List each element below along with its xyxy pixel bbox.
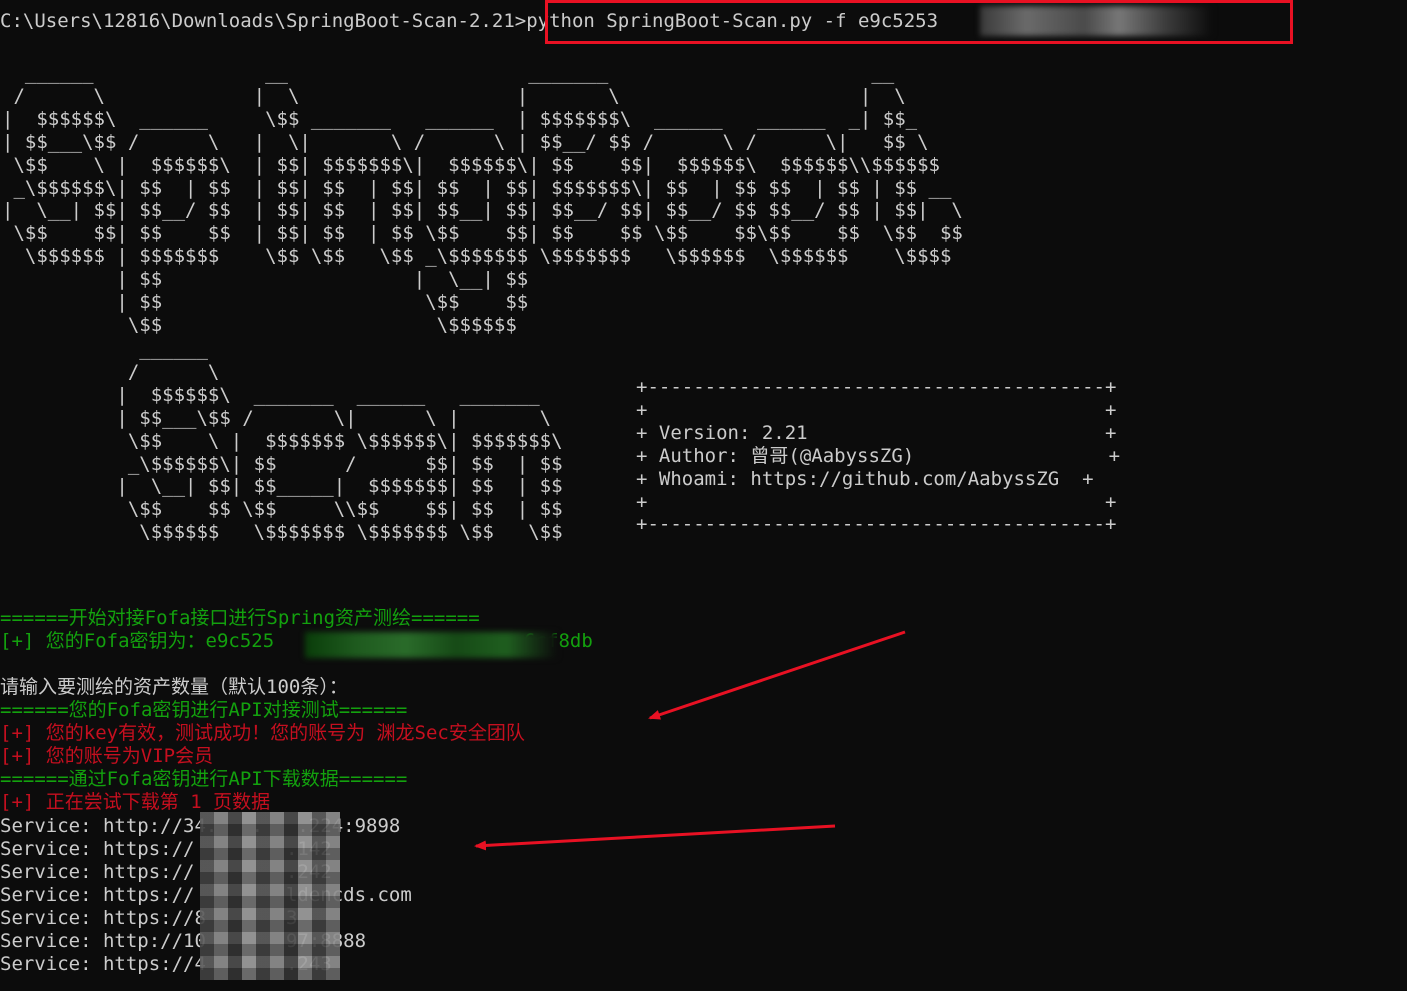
api-test-header: ======您的Fofa密钥进行API对接测试====== — [0, 699, 408, 721]
redaction-blur-key — [305, 632, 557, 658]
download-start-header: ======通过Fofa密钥进行API下载数据====== — [0, 768, 408, 790]
version-info-box: +---------------------------------------… — [636, 376, 1121, 536]
annotation-arrow-key-valid — [648, 630, 906, 720]
vip-message: [+] 您的账号为VIP会员 — [0, 745, 214, 767]
key-valid-message: [+] 您的key有效，测试成功！您的账号为 渊龙Sec安全团队 — [0, 722, 525, 744]
prompt-separator: > — [514, 10, 527, 32]
fofa-key-prefix: [+] 您的Fofa密钥为：e9c525 — [0, 630, 275, 652]
springboot-ascii-banner: ______ __ _______ __ / \ | \ | \ | \ | $… — [2, 62, 963, 336]
scan-ascii-banner: ______ / \ | $$$$$$\ _______ ______ ____… — [116, 338, 563, 544]
downloading-page-message: [+] 正在尝试下载第 1 页数据 — [0, 791, 271, 813]
command-prompt: C:\Users\12816\Downloads\SpringBoot-Scan… — [0, 10, 515, 32]
command-highlight-box — [545, 0, 1293, 44]
terminal-window[interactable]: C:\Users\12816\Downloads\SpringBoot-Scan… — [0, 0, 1407, 991]
redaction-mosaic-services — [200, 812, 340, 980]
asset-count-prompt[interactable]: 请输入要测绘的资产数量（默认100条）： — [0, 676, 348, 699]
fofa-start-header: ======开始对接Fofa接口进行Spring资产测绘====== — [0, 607, 480, 629]
annotation-arrow-services — [474, 824, 836, 851]
